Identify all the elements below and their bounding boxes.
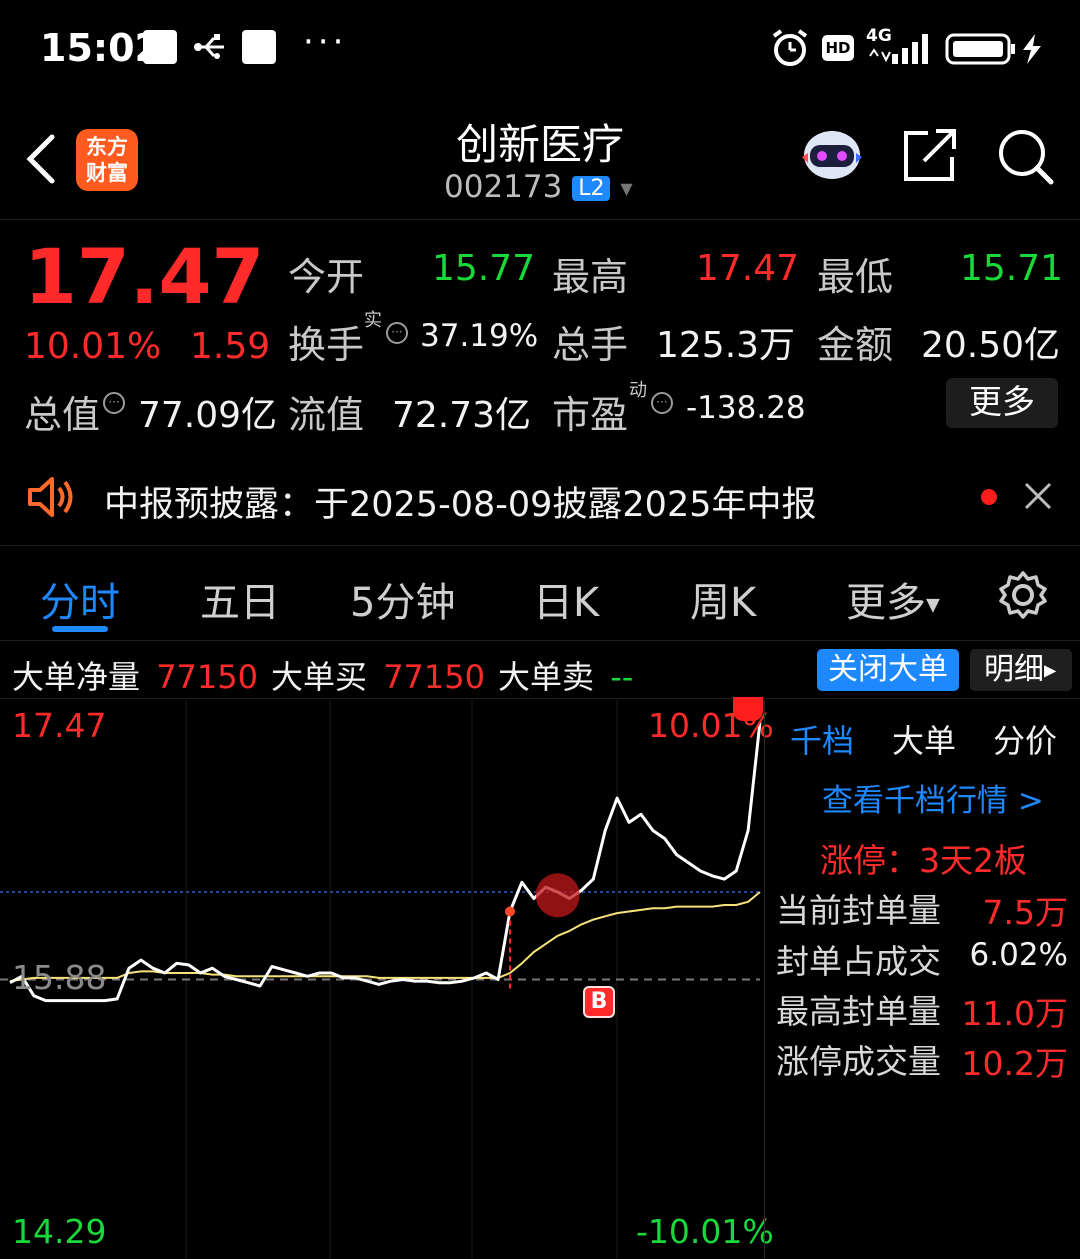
divider [0,545,1080,546]
robot-assistant-icon[interactable] [800,123,864,183]
mktcap-label: 总值 [24,393,101,437]
signal-icon [869,34,928,64]
app-header: 东方 财富 创新医疗 002173 L2 ▼ [0,95,1080,220]
max-seal-label: 最高封单量 [776,992,941,1031]
open-label: 今开 [288,255,365,299]
turnover-value: 37.19% [420,318,539,354]
amount-label: 金额 [817,323,894,367]
volume-value: 125.3万 [656,325,796,366]
big-order-buy: 大单买 77150 [271,652,485,698]
max-seal-value: 11.0万 [961,994,1068,1033]
more-quote-button[interactable]: 更多 [946,378,1058,428]
close-icon[interactable] [1022,480,1054,512]
tab-five-day[interactable]: 五日 [200,570,280,628]
pe-info-icon[interactable]: ··· [651,392,673,414]
seal-ratio-label: 封单占成交 [776,942,941,981]
y-axis-max-label: 17.47 [12,706,107,745]
pct-axis-min-label: -10.01% [636,1212,774,1251]
settings-gear-icon[interactable] [998,570,1048,620]
view-depth-link[interactable]: 查看千档行情 > [822,775,1044,820]
change-amount: 1.59 [190,326,271,367]
limit-up-volume-value: 10.2万 [961,1044,1068,1083]
divider [0,640,1080,641]
big-order-buy-label: 大单买 [271,658,368,696]
alarm-icon [772,29,808,66]
seal-ratio-value: 6.02% [969,937,1068,973]
limit-up-badge [733,697,763,721]
notice-text[interactable]: 中报预披露：于2025-08-09披露2025年中报 [104,476,816,527]
tab-daily-k[interactable]: 日K [533,570,599,628]
pe-sup: 动 [629,380,647,401]
notification-icon-2 [242,30,276,64]
turnover-label: 换手 [288,323,365,367]
intraday-chart[interactable] [0,700,765,1259]
float-value: 72.73亿 [392,395,532,436]
change-percent: 10.01% [24,326,162,367]
notification-icon [143,30,177,64]
side-tab-big-order[interactable]: 大单 [892,716,956,762]
big-order-sell: 大单卖 -- [498,652,633,698]
limit-up-volume-label: 涨停成交量 [776,1042,941,1081]
y-axis-min-label: 14.29 [12,1212,107,1251]
big-order-net-value: 77150 [156,658,258,696]
speaker-icon [28,477,73,517]
active-tab-indicator [52,626,108,632]
stock-code-row: 002173 L2 ▼ [444,169,644,205]
average-price-line [9,891,761,983]
side-tab-price-dist[interactable]: 分价 [993,716,1057,762]
price-highlight-dot [535,873,580,918]
turnover-info-icon[interactable]: ··· [386,322,408,344]
amount-value: 20.50亿 [921,325,1061,366]
unread-dot [981,489,997,505]
big-order-sell-label: 大单卖 [498,658,595,696]
open-value: 15.77 [432,248,536,289]
tab-intraday[interactable]: 分时 [40,570,120,628]
usb-icon [194,34,224,59]
search-icon[interactable] [996,127,1056,187]
side-tab-depth[interactable]: 千档 [790,716,854,762]
share-icon[interactable] [900,127,960,185]
price-line [9,721,762,1003]
detail-button-label: 明细 [984,652,1044,687]
chevron-down-icon[interactable]: ▼ [620,179,632,198]
hd-icon: HD [822,35,854,61]
pe-label: 市盈 [552,393,629,437]
buy-point-dot [505,906,515,917]
close-big-order-button[interactable]: 关闭大单 [817,649,959,691]
big-order-sell-value: -- [610,658,634,696]
current-price: 17.47 [24,232,265,321]
mktcap-info-icon[interactable]: ··· [103,392,125,414]
low-label: 最低 [817,255,894,299]
panel-divider [764,700,765,1259]
battery-icon [945,33,1041,65]
y-axis-mid-label: 15.88 [12,958,107,997]
divider [0,698,1080,699]
tab-weekly-k[interactable]: 周K [690,570,756,628]
tab-more[interactable]: 更多▼ [846,570,940,628]
big-order-buy-value: 77150 [383,658,485,696]
tab-more-label: 更多 [846,580,926,626]
caret-down-icon: ▼ [926,594,940,616]
high-label: 最高 [552,255,629,299]
tab-5min[interactable]: 5分钟 [350,570,455,628]
detail-button[interactable]: 明细▶ [970,649,1072,691]
seal-volume-label: 当前封单量 [776,891,941,930]
seal-volume-value: 7.5万 [982,893,1068,932]
caret-right-icon: ▶ [1044,660,1057,680]
stock-code: 002173 [444,169,563,205]
float-label: 流值 [288,393,365,437]
status-bar: 15:02 ··· HD 4G [0,0,1080,95]
level2-badge: L2 [572,176,611,201]
buy-marker[interactable]: B [583,986,615,1018]
limit-up-streak: 涨停：3天2板 [820,841,1027,880]
high-value: 17.47 [696,248,800,289]
pe-value: -138.28 [686,390,806,426]
turnover-sup: 实 [364,310,382,331]
big-order-net-label: 大单净量 [12,658,141,696]
big-order-net: 大单净量 77150 [12,652,258,698]
low-value: 15.71 [960,248,1064,289]
more-notifications-icon: ··· [303,22,348,62]
volume-label: 总手 [552,323,629,367]
mktcap-value: 77.09亿 [138,395,278,436]
